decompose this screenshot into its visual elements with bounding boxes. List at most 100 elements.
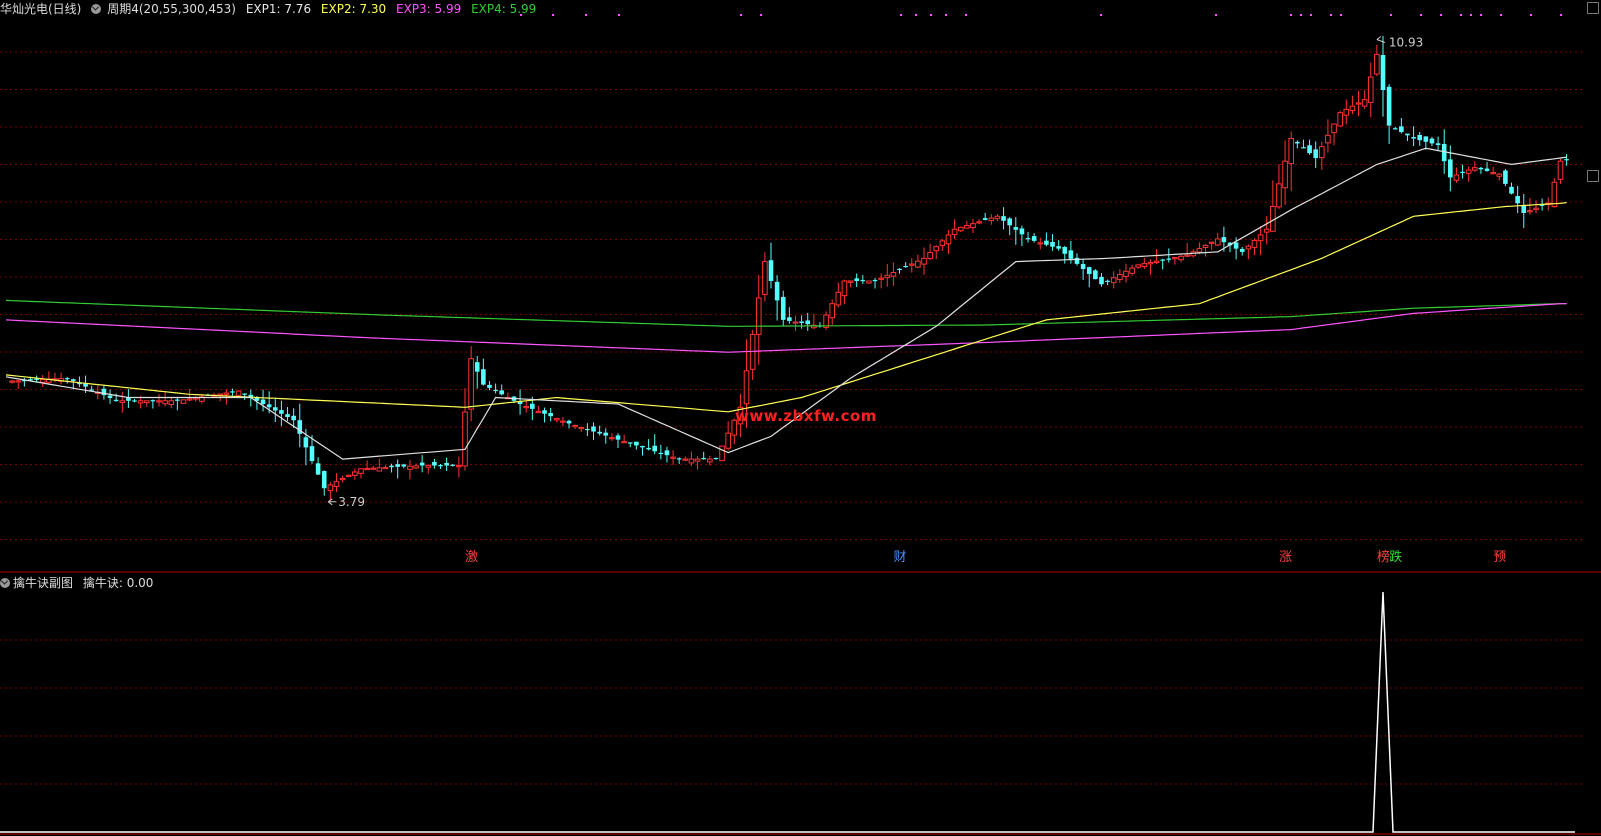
- candle-body-up: [743, 370, 750, 405]
- candle-body-down: [591, 426, 596, 432]
- candle-body-down: [1509, 186, 1514, 194]
- candle-body-down: [1239, 248, 1245, 252]
- candle-body-down: [787, 317, 792, 321]
- signal-dot: [618, 14, 620, 16]
- candle-body-up: [988, 217, 995, 222]
- candle-body-up: [1361, 99, 1368, 107]
- signal-dot: [1390, 14, 1392, 16]
- candle-body-up: [1123, 270, 1129, 278]
- candle-body-up: [847, 280, 854, 283]
- candle-body-down: [1221, 237, 1227, 243]
- candle-body-up: [560, 420, 566, 423]
- signal-dot: [1290, 14, 1292, 16]
- candle-body-down: [1417, 134, 1423, 141]
- sub-indicator-menu-icon[interactable]: [0, 578, 10, 588]
- signal-dot: [760, 14, 762, 16]
- exp1-value: EXP1: 7.76: [245, 2, 312, 16]
- candle-body-up: [223, 392, 230, 395]
- candle-body-up: [1263, 228, 1270, 233]
- candle-body-down: [780, 296, 786, 320]
- indicator-menu-icon[interactable]: [91, 4, 102, 14]
- candle-body-down: [395, 464, 400, 467]
- exp3-value: EXP3: 5.99: [395, 2, 462, 16]
- side-scroll-button-icon[interactable]: [1587, 170, 1599, 182]
- candle-body-up: [1208, 241, 1215, 244]
- signal-dot: [1470, 14, 1472, 16]
- candle-body-up: [1196, 248, 1203, 253]
- signal-dot: [1480, 14, 1482, 16]
- candle-body-down: [432, 461, 437, 466]
- exp4-line: [5, 299, 1567, 327]
- candle-body-up: [333, 481, 340, 487]
- candle-body-down: [487, 384, 492, 388]
- candle-body-down: [1050, 241, 1055, 247]
- candle-body-down: [1515, 196, 1520, 204]
- candle-body-up: [1178, 255, 1184, 261]
- candle-body-down: [1105, 280, 1110, 282]
- candle-body-up: [1147, 261, 1154, 265]
- candle-body-up: [1355, 102, 1362, 105]
- candle-body-up: [908, 263, 915, 266]
- candle-body-up: [382, 466, 389, 470]
- signal-label: 跌: [1389, 549, 1402, 565]
- sub-chart-header: 擒牛诀副图 擒牛诀: 0.00: [0, 574, 153, 590]
- candle-body-up: [358, 468, 364, 474]
- candle-body-down: [419, 462, 425, 466]
- candle-body-down: [1062, 247, 1068, 254]
- watermark: www.zbxfw.com: [735, 407, 877, 425]
- candle-body-up: [1141, 263, 1148, 268]
- candle-body-up: [376, 467, 383, 472]
- candle-body-up: [352, 471, 358, 476]
- candle-body-down: [566, 420, 572, 424]
- candle-body-down: [1080, 263, 1086, 269]
- window-button-icon[interactable]: [1587, 2, 1599, 14]
- sub-chart-title: 擒牛诀副图: [13, 576, 74, 590]
- candle-body-up: [945, 234, 952, 245]
- candle-body-up: [1110, 277, 1117, 284]
- candle-body-down: [113, 399, 119, 401]
- candle-body-down: [982, 218, 988, 220]
- signal-dot: [1530, 14, 1532, 16]
- candle-body-up: [1319, 146, 1325, 159]
- candle-body-down: [1233, 242, 1239, 249]
- candle-body-down: [260, 399, 266, 405]
- candle-body-up: [719, 445, 725, 462]
- candle-body-down: [1093, 270, 1098, 280]
- candle-body-up: [951, 228, 958, 236]
- candle-body-up: [168, 400, 175, 405]
- candle-body-up: [682, 458, 689, 461]
- candle-body-down: [658, 452, 664, 455]
- candle-body-up: [1490, 172, 1496, 175]
- candle-body-up: [609, 437, 615, 440]
- candle-body-up: [370, 467, 376, 470]
- signal-dot: [585, 14, 587, 16]
- candle-body-up: [1202, 244, 1209, 249]
- candle-body-down: [1019, 228, 1025, 235]
- candle-body-up: [217, 393, 223, 396]
- candle-body-down: [279, 410, 284, 414]
- candle-body-up: [1288, 138, 1295, 165]
- candle-body-up: [1472, 167, 1478, 171]
- signal-dot: [900, 14, 902, 16]
- candle-body-up: [456, 465, 462, 468]
- candle-body-up: [425, 465, 432, 468]
- candle-body-down: [676, 458, 682, 460]
- exp3-line: [5, 303, 1567, 353]
- candle-body-down: [1307, 145, 1312, 154]
- signal-label: 预: [1493, 550, 1506, 565]
- exp2-line: [5, 202, 1567, 413]
- candle-body-down: [548, 412, 553, 417]
- signal-dot: [1215, 14, 1217, 16]
- candle-body-up: [535, 410, 542, 414]
- candle-body-down: [897, 268, 902, 270]
- candle-body-up: [694, 458, 701, 462]
- candle-body-down: [1521, 205, 1527, 214]
- candle-body-up: [162, 400, 168, 405]
- candle-body-down: [230, 391, 235, 393]
- indicator-name: 周期4(20,55,300,453): [107, 2, 236, 16]
- candle-body-down: [530, 403, 535, 409]
- candle-body-up: [1282, 160, 1288, 189]
- candle-body-up: [878, 277, 884, 280]
- candle-body-down: [438, 465, 443, 467]
- signal-label: 激: [465, 550, 478, 565]
